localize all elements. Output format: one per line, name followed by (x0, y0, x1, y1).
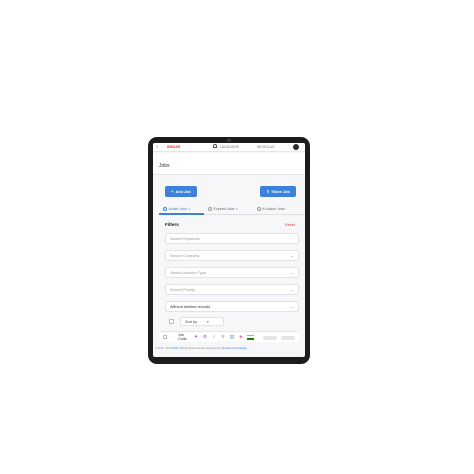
add-job-button[interactable]: + Add Job (165, 186, 197, 197)
tab-inactive-jobs[interactable]: In Active Jobs (257, 207, 285, 211)
job-tabs: Active Jobs 1 Expired Jobs 0 In Active J… (159, 204, 305, 215)
filters-heading: Filters (165, 222, 179, 227)
camera-dot (227, 139, 231, 142)
row-action-icons: ♥ ⚙ ♂ ⚲ ▤ ◈ (193, 334, 254, 340)
top-bar: ≡ IDEAXS LANGUAGE NICHOLAS (153, 143, 305, 152)
share-job-label: Share Job (271, 189, 290, 194)
circle-icon (257, 207, 261, 211)
copyright-text: © 2012 - 2024 (155, 347, 171, 350)
search-icon[interactable]: ⚲ (220, 334, 226, 340)
avatar[interactable] (293, 144, 299, 150)
tab-label: In Active Jobs (262, 207, 285, 211)
developer-link[interactable]: Quantiva Technologies (222, 347, 247, 350)
tab-label: Active Jobs (168, 207, 187, 211)
circle-icon (208, 207, 212, 211)
deleted-records-select[interactable]: Without deleted records ⌄ (165, 301, 299, 312)
menu-icon[interactable]: ≡ (156, 144, 158, 149)
rights-text: All rights reserved. Developed by (184, 347, 221, 350)
tab-count-badge: 0 (235, 207, 238, 211)
tablet-frame: ≡ IDEAXS LANGUAGE NICHOLAS Jobs + Add Jo… (148, 137, 310, 364)
tab-label: Expired Jobs (213, 207, 235, 211)
status-pill (263, 336, 277, 340)
table-row[interactable]: Job Code ♥ ⚙ ♂ ⚲ ▤ ◈ (159, 331, 299, 342)
job-code-label: Job Code (178, 333, 187, 342)
version-text: FMPP_AM (171, 347, 184, 350)
sort-label: Sort by (185, 319, 198, 324)
reset-filters-link[interactable]: Reset (285, 223, 295, 227)
chevron-down-icon: ⌄ (290, 287, 294, 292)
placeholder-text: Search Company (170, 253, 200, 258)
user-name[interactable]: NICHOLAS (257, 145, 274, 149)
chevron-down-icon: ⌄ (290, 253, 294, 258)
page-title: Jobs (159, 163, 170, 169)
tag-icon[interactable]: ◈ (238, 334, 244, 340)
page-header: Jobs (153, 153, 305, 175)
placeholder-text: Search Industry Type (170, 270, 206, 275)
chevron-down-icon: ⌄ (290, 270, 294, 275)
active-tab-indicator (159, 213, 204, 215)
plus-icon: + (171, 189, 174, 194)
circle-icon (163, 207, 167, 211)
gender-icon[interactable]: ♂ (211, 334, 217, 340)
tab-active-jobs[interactable]: Active Jobs 1 (163, 207, 190, 211)
placeholder-text: Search Keywords (170, 236, 200, 241)
language-selector[interactable]: LANGUAGE (220, 145, 239, 149)
caret-down-icon: ▾ (207, 319, 209, 324)
share-icon: ⇪ (266, 190, 270, 194)
footer: © 2012 - 2024 FMPP_AM All rights reserve… (155, 347, 303, 350)
notification-icon[interactable] (213, 144, 217, 148)
company-select[interactable]: Search Company ⌄ (165, 250, 299, 261)
app-logo[interactable]: IDEAXS (167, 145, 180, 149)
search-keywords-input[interactable]: Search Keywords (165, 233, 299, 244)
heart-icon[interactable]: ♥ (193, 334, 199, 340)
india-flag-icon (247, 334, 254, 340)
chevron-down-icon: ⌄ (290, 304, 294, 309)
industry-select[interactable]: Search Industry Type ⌄ (165, 267, 299, 278)
flag-stripe-green (247, 337, 254, 340)
gear-icon[interactable]: ⚙ (202, 334, 208, 340)
row-checkbox[interactable] (163, 335, 167, 339)
tab-expired-jobs[interactable]: Expired Jobs 0 (208, 207, 237, 211)
status-pill (281, 336, 295, 340)
select-all-checkbox[interactable] (169, 319, 174, 324)
sort-by-select[interactable]: Sort by ▾ (180, 317, 224, 326)
add-job-label: Add Job (175, 189, 191, 194)
chart-icon[interactable]: ▤ (229, 334, 235, 340)
priority-select[interactable]: Search Priority ⌄ (165, 284, 299, 295)
share-job-button[interactable]: ⇪ Share Job (260, 186, 296, 197)
selected-value: Without deleted records (170, 304, 211, 309)
placeholder-text: Search Priority (170, 287, 195, 292)
app-screen: ≡ IDEAXS LANGUAGE NICHOLAS Jobs + Add Jo… (153, 143, 305, 357)
tab-count-badge: 1 (188, 207, 191, 211)
